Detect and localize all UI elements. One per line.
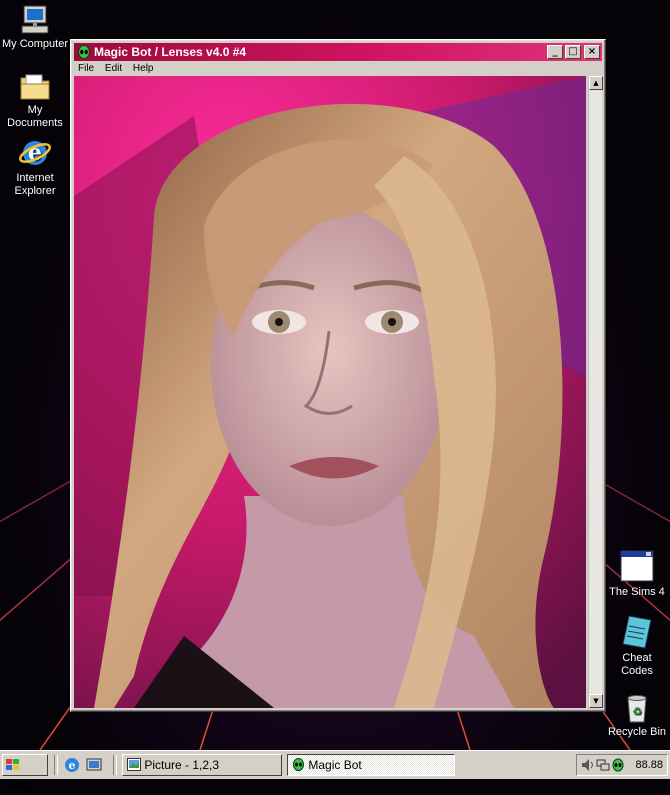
svg-text:e: e <box>69 759 76 772</box>
desktop-icon-recycle-bin[interactable]: ♻ Recycle Bin <box>602 692 670 739</box>
desktop-icon[interactable] <box>85 756 103 774</box>
notepad-icon <box>622 615 652 649</box>
magic-bot-window[interactable]: Magic Bot / Lenses v4.0 #4 _ □ × File Ed… <box>70 39 606 712</box>
desktop-icon-label: Internet Explorer <box>14 172 56 197</box>
menu-help[interactable]: Help <box>129 63 158 74</box>
scroll-up-button[interactable]: ▲ <box>589 76 603 90</box>
alien-head-icon <box>293 758 304 771</box>
window-title: Magic Bot / Lenses v4.0 #4 <box>94 45 247 59</box>
computer-icon <box>21 5 49 34</box>
desktop: My Computer My Documents e Internet Expl… <box>0 0 670 750</box>
volume-icon[interactable] <box>581 758 595 772</box>
task-button-picture[interactable]: Picture - 1,2,3 <box>122 754 282 776</box>
window-title-bar[interactable]: Magic Bot / Lenses v4.0 #4 _ □ × <box>74 43 602 61</box>
recycle-bin-icon: ♻ <box>627 695 647 723</box>
task-button-magic-bot[interactable]: Magic Bot <box>287 754 455 776</box>
svg-text:♻: ♻ <box>632 706 642 718</box>
taskbar-separator <box>113 755 117 775</box>
desktop-icon-label: Cheat Codes <box>621 652 653 677</box>
image-canvas <box>74 76 586 708</box>
task-label: Magic Bot <box>308 758 362 772</box>
desktop-icon-cheat-codes[interactable]: Cheat Codes <box>602 614 670 678</box>
desktop-icon-label: My Documents <box>7 104 63 129</box>
alien-head-icon[interactable] <box>611 758 625 772</box>
system-tray: 88.88 <box>576 754 668 776</box>
picture-icon <box>127 758 141 771</box>
network-icon[interactable] <box>596 758 610 772</box>
start-label: Start <box>6 778 34 792</box>
menu-file[interactable]: File <box>74 63 98 74</box>
scroll-down-button[interactable]: ▼ <box>589 694 603 708</box>
desktop-icon-label: Recycle Bin <box>607 726 667 738</box>
menu-edit[interactable]: Edit <box>101 63 126 74</box>
alien-head-icon <box>78 45 90 59</box>
windows-logo-icon <box>6 759 19 770</box>
minimize-button[interactable]: _ <box>547 45 563 59</box>
window-icon <box>620 550 654 582</box>
desktop-icon-label: My Computer <box>1 38 69 50</box>
task-label: Picture - 1,2,3 <box>144 758 220 772</box>
vertical-scrollbar[interactable]: ▲ ▼ <box>588 76 603 708</box>
folder-icon <box>20 74 50 100</box>
menu-bar: File Edit Help <box>74 62 602 76</box>
close-button[interactable]: × <box>584 45 600 59</box>
taskbar: Start e Picture - 1,2,3 Magic Bot 88.88 <box>0 750 670 792</box>
internet-explorer-icon[interactable]: e <box>63 756 81 774</box>
desktop-icon-label: The Sims 4 <box>609 586 665 598</box>
desktop-icon-my-computer[interactable]: My Computer <box>0 4 70 51</box>
desktop-icon-my-documents[interactable]: My Documents <box>0 70 70 130</box>
desktop-icon-internet-explorer[interactable]: e Internet Explorer <box>0 136 70 198</box>
internet-explorer-icon: e <box>19 140 51 166</box>
start-button[interactable]: Start <box>2 754 48 792</box>
portrait-image <box>74 76 586 708</box>
maximize-button[interactable]: □ <box>565 45 581 59</box>
taskbar-separator <box>54 755 58 775</box>
clock[interactable]: 88.88 <box>635 755 663 775</box>
desktop-icon-the-sims-4[interactable]: The Sims 4 <box>602 548 670 599</box>
